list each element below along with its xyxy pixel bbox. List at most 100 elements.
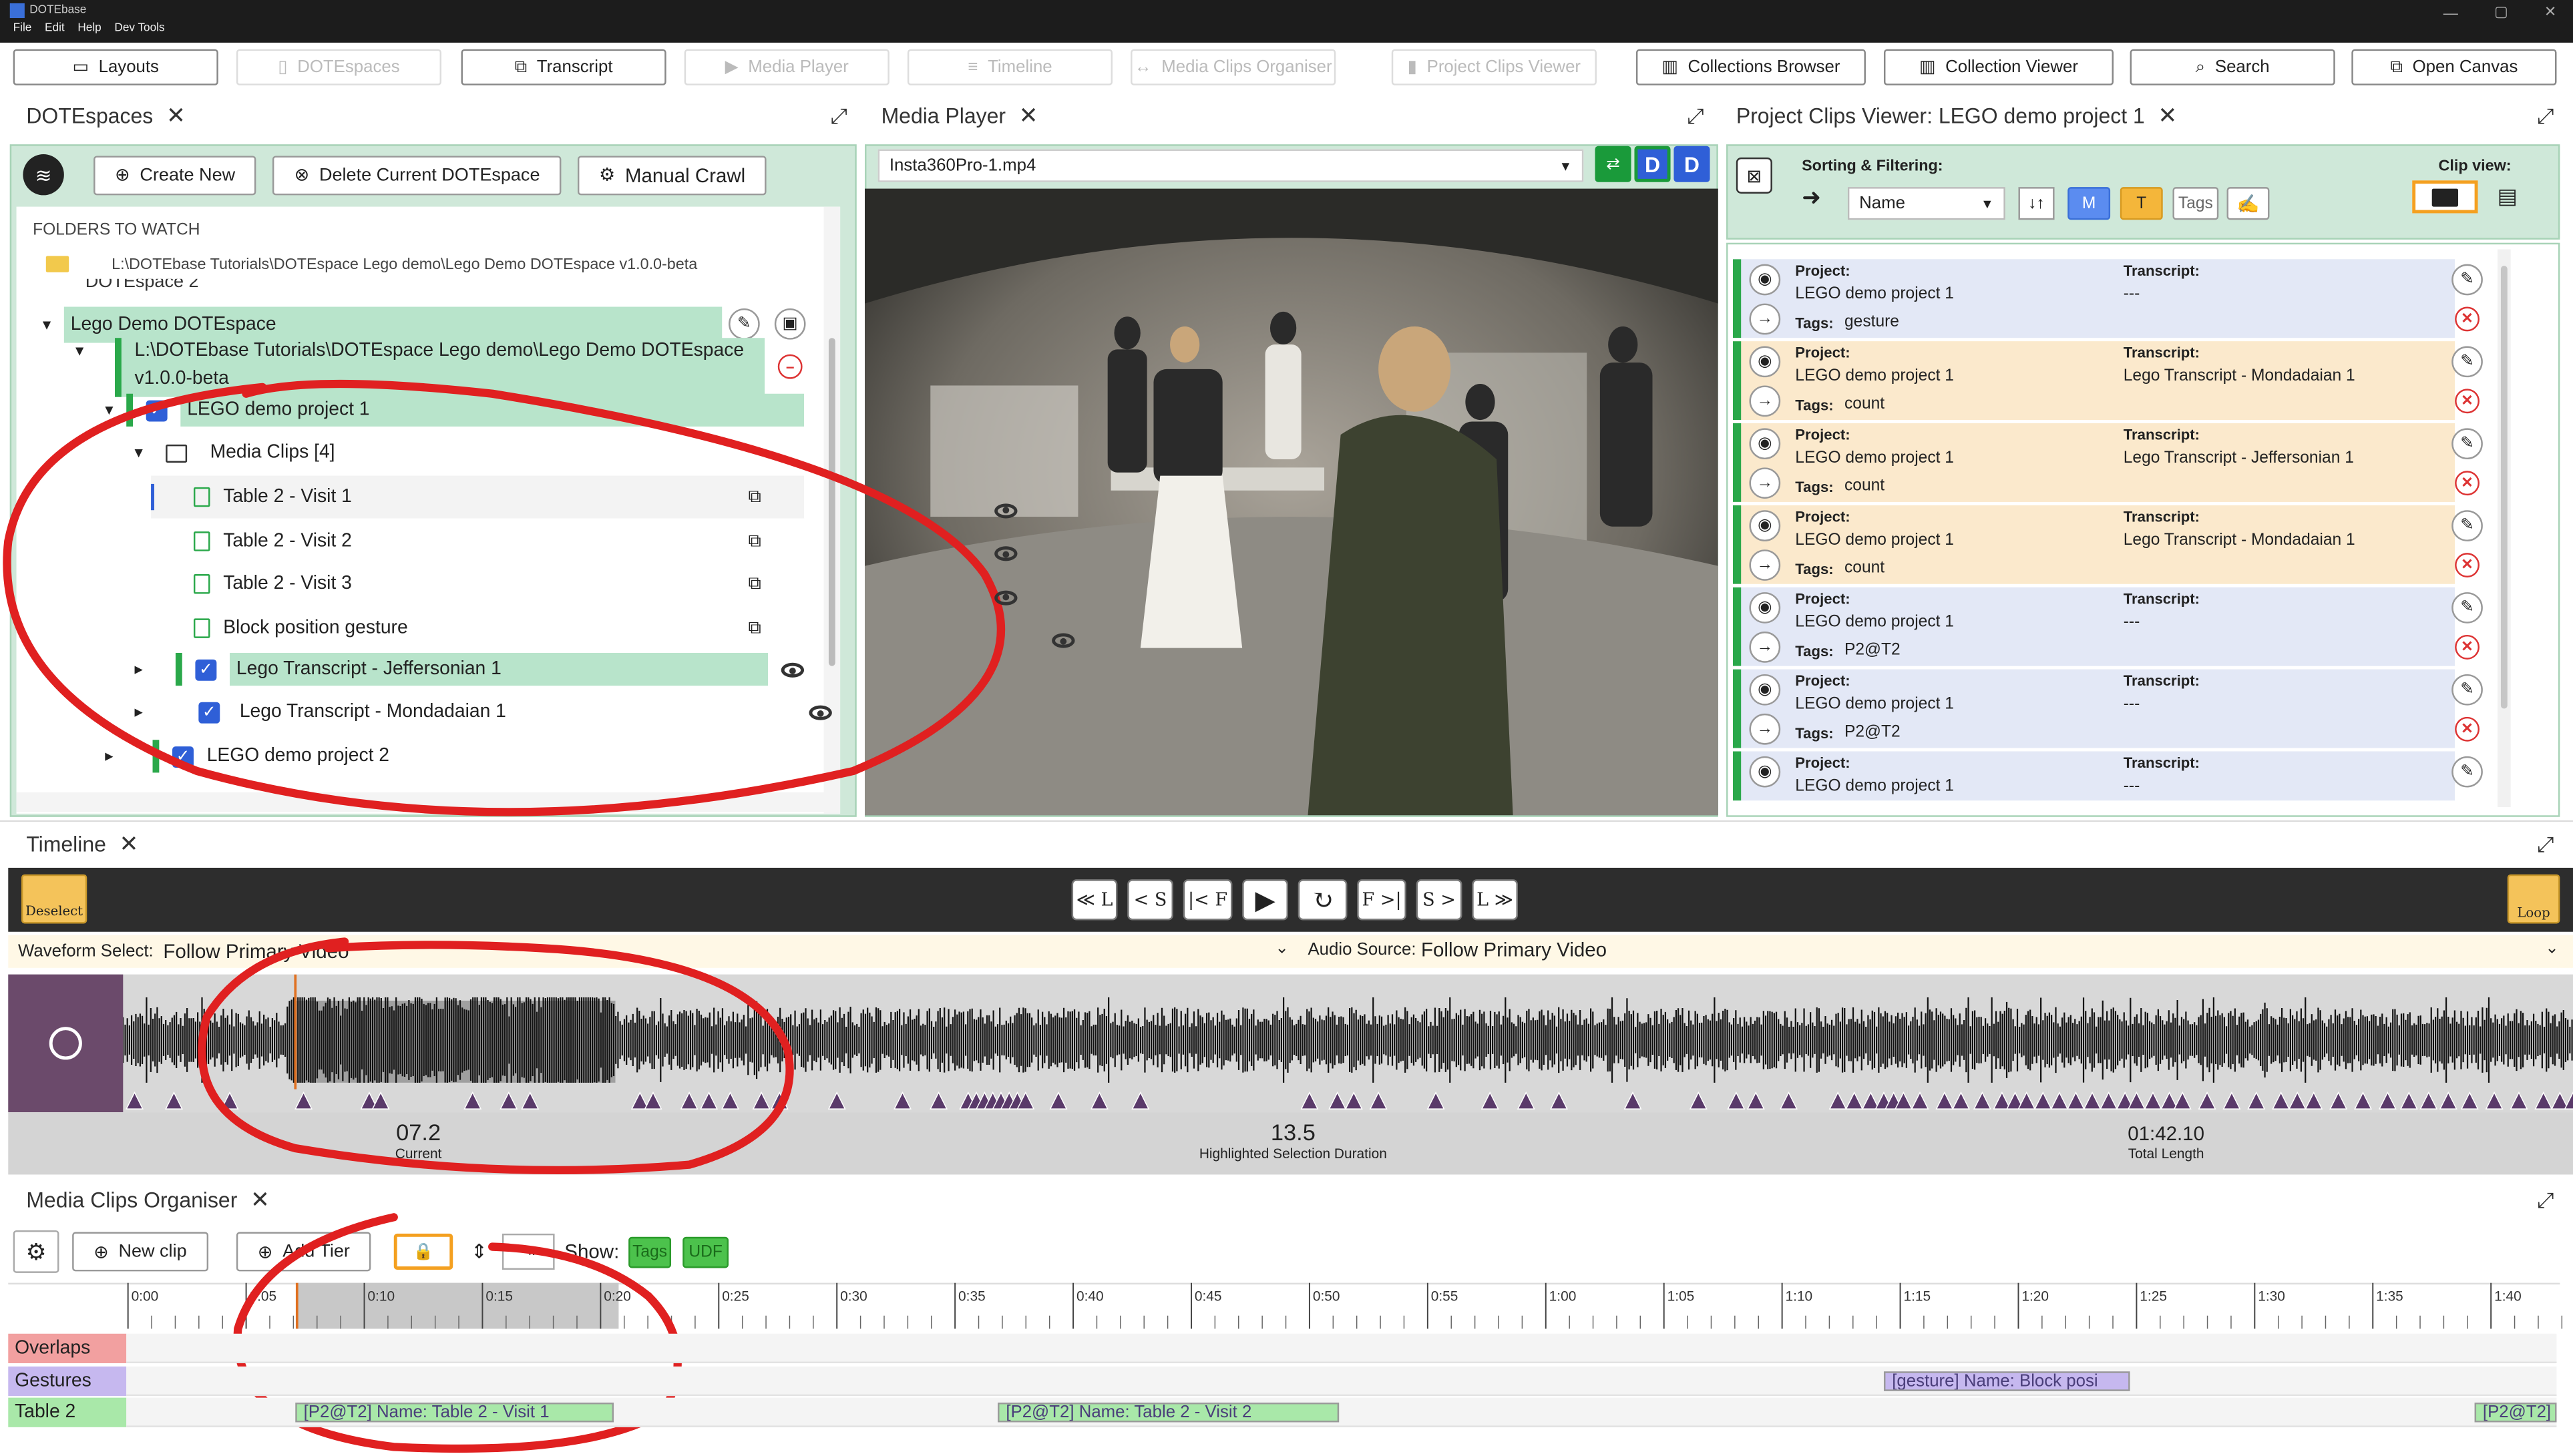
clip-marker[interactable] [1344, 1091, 1363, 1110]
media-player-tab[interactable]: Media Player ✕ [881, 101, 1038, 130]
new-clip-button[interactable]: ⊕ New clip [72, 1232, 208, 1272]
clip-marker[interactable] [1517, 1091, 1535, 1110]
nav-search-button[interactable]: ⌕ Search [2130, 49, 2335, 85]
chevron-down-icon[interactable]: ▾ [43, 316, 51, 334]
arrow-right-icon[interactable]: → [1749, 713, 1781, 745]
menu-help[interactable]: Help [77, 23, 101, 34]
edit-icon[interactable]: ✎ [2451, 428, 2483, 460]
tier-label[interactable]: Table 2 [8, 1397, 127, 1427]
clip-marker[interactable] [752, 1091, 771, 1110]
delete-clip-icon[interactable]: ✕ [2455, 471, 2480, 496]
clip-marker[interactable] [1727, 1091, 1746, 1110]
tree-hscrollbar[interactable] [16, 792, 824, 812]
clip-marker[interactable] [930, 1091, 948, 1110]
clip-marker[interactable] [770, 1091, 789, 1110]
close-icon[interactable]: ✕ [166, 101, 186, 130]
eye-icon[interactable] [1050, 633, 1074, 648]
tree-scrollbar-thumb[interactable] [828, 338, 835, 666]
clip-card[interactable]: ◉ → Project: LEGO demo project 1 Transcript:… [1732, 259, 2455, 338]
tier-clip[interactable]: [P2@T2] [2474, 1402, 2557, 1423]
nav-layouts-button[interactable]: ▭ Layouts [13, 49, 218, 85]
clip-marker[interactable] [2222, 1091, 2241, 1110]
nav-open-canvas-button[interactable]: ⧉ Open Canvas [2351, 49, 2557, 85]
clip-marker[interactable] [1549, 1091, 1568, 1110]
video-frame[interactable] [864, 188, 1718, 816]
delete-clip-icon[interactable]: ✕ [2455, 634, 2480, 660]
create-new-button[interactable]: ⊕ Create New [93, 155, 257, 195]
edit-icon[interactable]: ✎ [2451, 756, 2483, 788]
clip-marker[interactable] [2247, 1091, 2266, 1110]
play-button[interactable]: ▶ [1242, 879, 1288, 921]
project-clips-tab[interactable]: Project Clips Viewer: LEGO demo project … [1736, 101, 2177, 130]
clip-marker[interactable] [2510, 1091, 2528, 1110]
clip-marker[interactable] [827, 1091, 846, 1110]
edit-icon[interactable]: ✎ [2451, 264, 2483, 296]
clip-marker[interactable] [2127, 1091, 2146, 1110]
clip-marker[interactable] [126, 1091, 144, 1110]
eye-icon[interactable]: ◉ [1749, 264, 1781, 296]
clip-marker[interactable] [2305, 1091, 2323, 1110]
maximize-icon[interactable]: ▢ [2494, 3, 2508, 21]
clip-marker[interactable] [1480, 1091, 1499, 1110]
edit-icon[interactable]: ✎ [2451, 592, 2483, 624]
tier-track[interactable] [126, 1333, 2557, 1364]
folder-settings-icon[interactable]: ▣ [774, 308, 806, 340]
clip-marker[interactable] [1426, 1091, 1445, 1110]
clip-marker[interactable] [500, 1091, 518, 1110]
clip-marker[interactable] [2017, 1091, 2036, 1110]
clips-scrollbar[interactable] [2498, 249, 2511, 807]
tier-clip[interactable]: [P2@T2] Name: Table 2 - Visit 1 [295, 1402, 614, 1423]
edit-dotespace-icon[interactable]: ✎ [729, 308, 760, 340]
delete-clip-icon[interactable]: ✕ [2455, 389, 2480, 414]
waveform-graph[interactable] [123, 974, 2573, 1112]
waveform-value[interactable]: Follow Primary Video [163, 940, 349, 963]
filter-tags-button[interactable]: Tags [2172, 187, 2219, 220]
clock-icon[interactable] [49, 1027, 82, 1060]
tree-item-transcript-2[interactable]: ▸ ✓ Lego Transcript - Mondadaian 1 [134, 691, 804, 734]
deselect-button[interactable]: Deselect [21, 874, 87, 924]
delete-clip-icon[interactable]: ✕ [2455, 716, 2480, 742]
organiser-ruler[interactable]: 0:00 0:05 0:10 0:15 0:20 0:25 0:30 0:35 0:40 0:45… [126, 1282, 2563, 1332]
clip-marker[interactable] [2050, 1091, 2069, 1110]
arrow-right-icon[interactable]: → [1749, 549, 1781, 581]
expand-icon[interactable]: ⤢ [2537, 103, 2554, 130]
clip-marker[interactable] [1623, 1091, 1642, 1110]
clip-card[interactable]: ◉ → Project: LEGO demo project 1 Transcript:… [1732, 505, 2455, 584]
filter-t-button[interactable]: T [2120, 187, 2163, 220]
tree-item-project-1[interactable]: ▾ ✓ LEGO demo project 1 [105, 391, 805, 430]
clip-marker[interactable] [700, 1091, 719, 1110]
close-window-icon[interactable]: ✕ [2544, 3, 2557, 21]
clip-marker[interactable] [1973, 1091, 1991, 1110]
clip-marker[interactable] [2033, 1091, 2052, 1110]
edit-icon[interactable]: ✎ [2451, 674, 2483, 706]
clip-card[interactable]: ◉ → Project: LEGO demo project 1 Transcript:… [1732, 669, 2455, 748]
transcript-checkbox[interactable]: ✓ [195, 658, 217, 680]
chevron-down-icon[interactable]: ▾ [75, 341, 83, 361]
clip-marker[interactable] [894, 1091, 912, 1110]
eye-icon[interactable]: ◉ [1749, 428, 1781, 460]
eye-icon[interactable]: ◉ [1749, 674, 1781, 706]
clip-marker[interactable] [1951, 1091, 1970, 1110]
expand-icon[interactable]: ⤢ [2537, 832, 2554, 858]
chevron-down-icon[interactable]: ▾ [134, 444, 142, 462]
tree-clip-item[interactable]: Table 2 - Visit 1 ⧉ [151, 475, 1018, 519]
manual-crawl-button[interactable]: ⚙ Manual Crawl [578, 155, 767, 195]
eye-icon[interactable] [781, 662, 805, 678]
nav-timeline-button[interactable]: ≡ Timeline [907, 49, 1113, 85]
clip-marker[interactable] [1090, 1091, 1109, 1110]
clip-marker[interactable] [1911, 1091, 1929, 1110]
clip-marker[interactable] [2439, 1091, 2457, 1110]
clip-marker[interactable] [2354, 1091, 2372, 1110]
expand-icon[interactable]: ⤢ [830, 103, 847, 130]
sync-icon[interactable]: ⇄ [1595, 146, 1631, 182]
clip-marker[interactable] [164, 1091, 183, 1110]
clip-marker[interactable] [371, 1091, 390, 1110]
show-udf-toggle[interactable]: UDF [682, 1236, 729, 1268]
nav-collections-browser-button[interactable]: ▥ Collections Browser [1635, 49, 1866, 85]
clip-marker[interactable] [2460, 1091, 2479, 1110]
chevron-right-icon[interactable]: ▸ [134, 703, 142, 721]
sort-select[interactable]: Name ▼ [1847, 187, 2005, 220]
menu-edit[interactable]: Edit [45, 23, 65, 34]
clip-marker[interactable] [2067, 1091, 2085, 1110]
arrow-right-icon[interactable]: → [1749, 632, 1781, 663]
